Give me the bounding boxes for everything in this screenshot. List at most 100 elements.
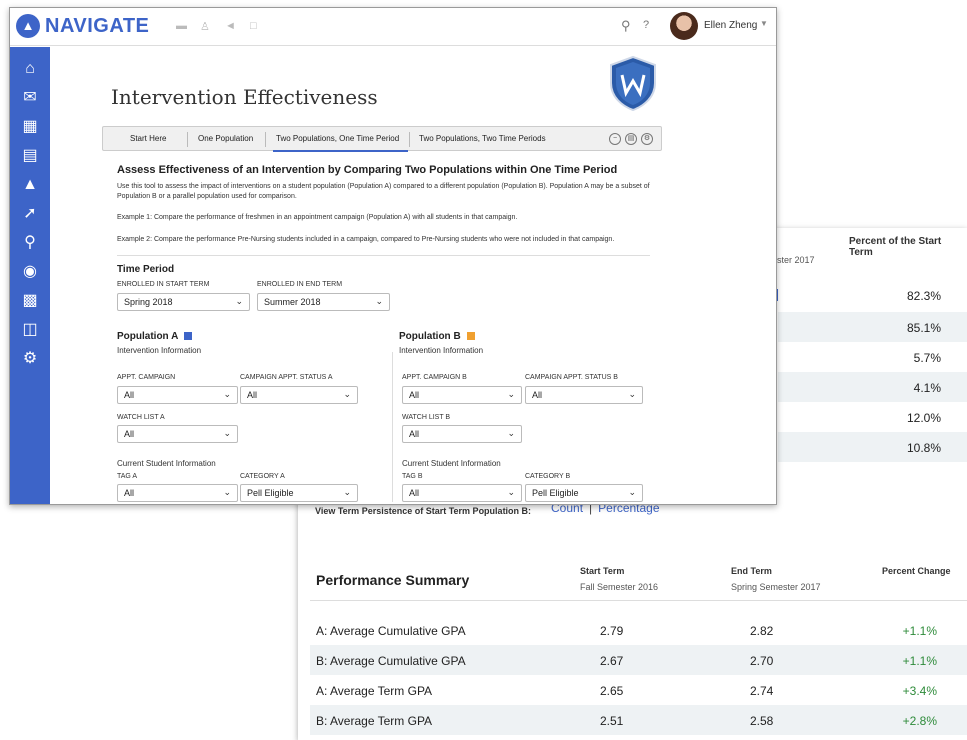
end-value: 2.74 [750,684,774,698]
print-icon[interactable]: ▤ [625,133,637,145]
campaign-status-a-label: CAMPAIGN APPT. STATUS A [240,374,333,381]
watch-list-a-select[interactable]: All ⌄ [117,425,238,443]
minus-icon[interactable]: − [609,133,621,145]
description-text: Use this tool to assess the impact of in… [117,183,650,200]
end-term-value: Summer 2018 [264,297,321,307]
navigate-logo-icon[interactable]: ▲ [16,14,40,38]
campaign-status-b-select[interactable]: All ⌄ [525,386,643,404]
people-icon[interactable]: ♙ [200,20,210,33]
divider [310,600,967,601]
tab-one-population[interactable]: One Population [198,134,253,143]
user-name[interactable]: Ellen Zheng [704,20,757,31]
column-divider [392,352,393,502]
percent-change-header: Percent Change [882,566,951,576]
change-value: +1.1% [902,624,937,638]
tag-a-select[interactable]: All ⌄ [117,484,238,502]
population-a-swatch [184,332,193,341]
category-a-select[interactable]: Pell Eligible ⌄ [240,484,358,502]
end-term-select[interactable]: Summer 2018 ⌄ [257,293,390,311]
percent-row: 82.3% [778,280,967,310]
chevron-down-icon: ⌄ [507,428,515,438]
gear-icon[interactable]: ⚙ [20,349,40,369]
chevron-down-icon[interactable]: ▼ [760,19,768,28]
divider [117,255,650,256]
help-icon[interactable]: ? [643,19,649,31]
tag-b-select[interactable]: All ⌄ [402,484,522,502]
chevron-down-icon: ⌄ [628,487,636,497]
tag-a-label: TAG A [117,473,138,480]
chevron-down-icon: ⌄ [223,428,231,438]
tab-two-populations-one-period[interactable]: Two Populations, One Time Period [276,134,399,143]
settings-icon[interactable]: ⚙ [641,133,653,145]
pulse-icon[interactable]: ◉ [20,262,40,282]
row-label: A: Average Cumulative GPA [316,624,466,638]
percent-row: 4.1% [778,372,967,402]
appt-campaign-a-select[interactable]: All ⌄ [117,386,238,404]
performance-summary-title: Performance Summary [316,572,470,588]
term-subheading: ester 2017 [772,255,815,265]
navigate-window: ▲ NAVIGATE ▬ ♙ ◄ □ ⚲ ? Ellen Zheng ▼ ⌂ ✉… [9,7,777,505]
tag-a-value: All [124,488,135,498]
appt-campaign-b-select[interactable]: All ⌄ [402,386,522,404]
category-b-select[interactable]: Pell Eligible ⌄ [525,484,643,502]
population-b-title: Population B [399,331,461,342]
tab-two-populations-two-periods[interactable]: Two Populations, Two Time Periods [419,134,546,143]
watch-list-a-value: All [124,429,135,439]
percent-value: 82.3% [906,289,941,303]
pin-icon[interactable]: ➚ [20,204,40,224]
table-row: B: Average Cumulative GPA 2.67 2.70 +1.1… [310,645,967,675]
tag-b-value: All [409,488,420,498]
document-icon[interactable]: ◫ [20,320,40,340]
presentation-icon[interactable]: ▩ [20,291,40,311]
top-bar: ▲ NAVIGATE ▬ ♙ ◄ □ ⚲ ? Ellen Zheng ▼ [10,8,776,46]
tab-divider [409,132,410,147]
shield-logo-icon [610,55,656,111]
intervention-info-label: Intervention Information [399,346,484,355]
calendar-icon[interactable]: ▦ [20,117,40,137]
start-value: 2.67 [600,654,624,668]
percent-row: 10.8% [778,432,967,462]
mail-icon[interactable]: ✉ [20,88,40,108]
table-row: A: Average Term GPA 2.65 2.74 +3.4% [310,675,967,705]
start-term-select[interactable]: Spring 2018 ⌄ [117,293,250,311]
chevron-down-icon: ⌄ [507,389,515,399]
chevron-down-icon: ⌄ [628,389,636,399]
sidebar: ⌂ ✉ ▦ ▤ ▲ ➚ ⚲ ◉ ▩ ◫ ⚙ [10,47,50,504]
campaign-status-a-select[interactable]: All ⌄ [240,386,358,404]
start-term-header: Start Term [580,566,625,576]
campaign-status-b-label: CAMPAIGN APPT. STATUS B [525,374,618,381]
percent-value: 5.7% [913,351,941,365]
tab-start-here[interactable]: Start Here [130,134,166,143]
row-label: B: Average Cumulative GPA [316,654,466,668]
chevron-down-icon: ⌄ [223,389,231,399]
chevron-down-icon: ⌄ [375,296,383,306]
end-term-header: End Term [731,566,772,576]
search-icon[interactable]: ⚲ [621,18,631,34]
home-icon[interactable]: ⌂ [20,59,40,79]
chart-icon[interactable]: ▲ [20,175,40,195]
category-a-label: CATEGORY A [240,473,285,480]
change-value: +3.4% [902,684,937,698]
row-label: B: Average Term GPA [316,714,433,728]
row-label: A: Average Term GPA [316,684,433,698]
chevron-down-icon: ⌄ [223,487,231,497]
start-term-sub: Fall Semester 2016 [580,582,659,592]
watch-list-b-label: WATCH LIST B [402,414,451,421]
megaphone-icon[interactable]: ◄ [225,20,236,32]
brand-name[interactable]: NAVIGATE [45,15,149,38]
change-value: +2.8% [902,714,937,728]
watch-list-b-select[interactable]: All ⌄ [402,425,522,443]
watch-list-b-value: All [409,429,420,439]
appt-campaign-b-value: All [409,390,420,400]
window-icon[interactable]: □ [250,20,257,32]
end-term-label: ENROLLED IN END TERM [257,281,343,288]
tag-b-label: TAG B [402,473,423,480]
table-row: B: Average Term GPA 2.51 2.58 +2.8% [310,705,967,735]
message-icon[interactable]: ▬ [176,20,187,32]
search-icon[interactable]: ⚲ [20,233,40,253]
folder-icon[interactable]: ▤ [20,146,40,166]
end-value: 2.82 [750,624,774,638]
change-value: +1.1% [902,654,937,668]
avatar[interactable] [670,12,698,40]
population-b-swatch [466,332,475,341]
